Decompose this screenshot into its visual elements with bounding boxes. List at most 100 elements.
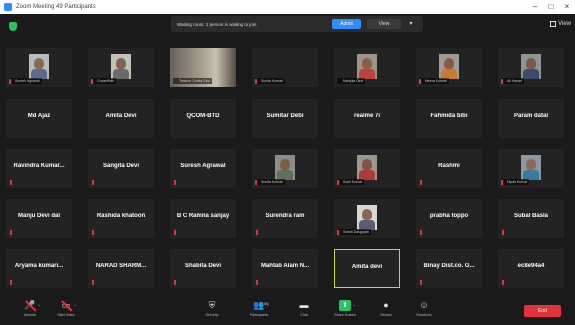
participant-tile[interactable]: Rashida khatoon bbox=[88, 199, 154, 238]
participant-tile[interactable]: prabha toppo bbox=[416, 199, 482, 238]
participant-face bbox=[526, 58, 536, 69]
participant-name: Param datal bbox=[513, 113, 549, 119]
participant-tile[interactable]: Sunil Kumar bbox=[334, 149, 400, 188]
participant-name: B C Ramna sanjay bbox=[176, 213, 230, 219]
participant-tile[interactable]: Ali Hasan bbox=[498, 48, 564, 87]
participant-name: Amita Devi bbox=[105, 113, 137, 119]
participant-label: Manjula Devi bbox=[337, 78, 366, 84]
participant-tile[interactable]: realme 7i bbox=[334, 99, 400, 138]
participant-video bbox=[357, 205, 377, 230]
participant-tile[interactable]: Meera Kumari bbox=[416, 48, 482, 87]
participant-label: Teacher Sunita Devi bbox=[173, 78, 213, 84]
title-bar: Zoom Meeting 49 Participants – □ × bbox=[0, 0, 575, 14]
participant-tile[interactable]: Manjula Devi bbox=[334, 48, 400, 87]
participants-button[interactable]: 👥 49 ^ Participants bbox=[237, 298, 281, 324]
muted-mic-icon bbox=[92, 230, 94, 235]
caret-up-icon[interactable]: ^ bbox=[38, 303, 40, 308]
muted-mic-icon bbox=[174, 180, 176, 185]
admit-button[interactable]: Admit bbox=[332, 19, 361, 29]
chat-button[interactable]: ▬ Chat bbox=[282, 298, 326, 324]
toolbar-button-label: Participants bbox=[249, 313, 269, 317]
participant-tile[interactable]: Rashmi bbox=[416, 149, 482, 188]
more-options-icon[interactable]: ▾ bbox=[405, 18, 417, 30]
participant-label: Govardhan bbox=[91, 78, 117, 84]
participant-tile[interactable]: Dipak Kumar bbox=[498, 149, 564, 188]
participant-tile[interactable]: Sangita Devi bbox=[88, 149, 154, 188]
participant-tile[interactable]: Amita Devi bbox=[88, 99, 154, 138]
participant-tile[interactable]: NARAD SHARM... bbox=[88, 249, 154, 288]
participant-tile[interactable]: ec8e94a4 bbox=[498, 249, 564, 288]
participant-name: Mahtab Alam N... bbox=[260, 263, 310, 269]
reactions-icon: ☺ bbox=[419, 300, 429, 310]
participant-tile[interactable]: Amita devi bbox=[334, 249, 400, 288]
participant-face bbox=[444, 58, 454, 69]
start-video-button[interactable]: ▭^ Start Video bbox=[44, 298, 88, 324]
participant-tile[interactable]: QCOM-BTD bbox=[170, 99, 236, 138]
window-title: Zoom Meeting 49 Participants bbox=[16, 4, 96, 10]
participant-name: Subal Basla bbox=[513, 213, 548, 219]
participant-tile[interactable]: Fahmida bibi bbox=[416, 99, 482, 138]
participant-video bbox=[111, 54, 131, 79]
participant-tile[interactable]: Sonali Dasgupta bbox=[334, 199, 400, 238]
minimize-button[interactable]: – bbox=[527, 0, 543, 14]
participant-face bbox=[280, 159, 290, 170]
muted-mic-icon bbox=[419, 79, 421, 84]
participant-name: Suresh Agrawal bbox=[180, 163, 226, 169]
participant-tile[interactable]: Manju Devi dal bbox=[6, 199, 72, 238]
muted-mic-icon bbox=[502, 230, 504, 235]
participant-tile[interactable]: Govardhan bbox=[88, 48, 154, 87]
muted-mic-icon bbox=[174, 230, 176, 235]
participant-tile[interactable]: Suresh Agrawal bbox=[6, 48, 72, 87]
participant-name: Rashida khatoon bbox=[96, 213, 146, 219]
muted-mic-icon bbox=[10, 230, 12, 235]
muted-mic-icon bbox=[337, 180, 339, 185]
disabled-slash-icon bbox=[61, 300, 73, 312]
muted-mic-icon bbox=[9, 79, 11, 84]
participant-tile[interactable]: Shabita Devi bbox=[170, 249, 236, 288]
participant-tile[interactable]: B C Ramna sanjay bbox=[170, 199, 236, 238]
participant-tile[interactable]: Param datal bbox=[498, 99, 564, 138]
participant-tile[interactable]: Aryama kumari... bbox=[6, 249, 72, 288]
participant-tile[interactable]: Md Ajaz bbox=[6, 99, 72, 138]
participant-tile[interactable]: Teacher Sunita Devi bbox=[170, 48, 236, 87]
participant-video bbox=[275, 155, 295, 180]
end-meeting-button[interactable]: End bbox=[524, 305, 561, 317]
caret-up-icon[interactable]: ^ bbox=[267, 303, 269, 308]
share-screen-button[interactable]: ⬆ ^ Share Screen bbox=[323, 298, 367, 324]
encryption-shield-icon[interactable] bbox=[9, 22, 17, 31]
participant-name: Manju Devi dal bbox=[17, 213, 60, 219]
participant-tile[interactable]: Subal Basla bbox=[498, 199, 564, 238]
maximize-button[interactable]: □ bbox=[543, 0, 559, 14]
muted-mic-icon bbox=[256, 230, 258, 235]
participant-tile[interactable]: Ravindra Kumar... bbox=[6, 149, 72, 188]
close-button[interactable]: × bbox=[559, 0, 575, 14]
participant-tile[interactable]: Binay Dist.co. G... bbox=[416, 249, 482, 288]
participant-tile[interactable]: Surendra ram bbox=[252, 199, 318, 238]
view-waiting-room-button[interactable]: View bbox=[367, 19, 401, 29]
view-button[interactable]: View bbox=[550, 21, 571, 27]
caret-up-icon[interactable]: ^ bbox=[74, 303, 76, 308]
participant-name: Sumitar Debi bbox=[266, 113, 304, 119]
waiting-room-banner: Waiting room: 1 person is waiting to joi… bbox=[171, 16, 423, 32]
participant-tile[interactable]: Mahtab Alam N... bbox=[252, 249, 318, 288]
participant-video bbox=[275, 54, 295, 79]
participant-tile[interactable]: Sunita Kumari bbox=[252, 48, 318, 87]
participant-name: prabha toppo bbox=[429, 213, 469, 219]
participant-label: Dipak Kumar bbox=[501, 179, 530, 185]
toolbar-button-label: Reactions bbox=[416, 313, 432, 317]
participant-name: Aryama kumari... bbox=[14, 263, 64, 269]
participant-name: Sangita Devi bbox=[102, 163, 139, 169]
participant-tile[interactable]: Sunita Kumari bbox=[252, 149, 318, 188]
participant-tile[interactable]: Suresh Agrawal bbox=[170, 149, 236, 188]
participant-video bbox=[29, 54, 49, 79]
participant-tile[interactable]: Sumitar Debi bbox=[252, 99, 318, 138]
participant-video bbox=[521, 54, 541, 79]
security-button[interactable]: ⛨ Security bbox=[190, 298, 234, 324]
participant-name: Md Ajaz bbox=[27, 113, 51, 119]
waiting-room-message: Waiting room: 1 person is waiting to joi… bbox=[177, 21, 257, 27]
caret-up-icon[interactable]: ^ bbox=[353, 303, 355, 308]
muted-mic-icon bbox=[10, 180, 12, 185]
participant-label: Sonali Dasgupta bbox=[337, 229, 371, 235]
reactions-button[interactable]: ☺ Reactions bbox=[402, 298, 446, 324]
participant-name: NARAD SHARM... bbox=[95, 263, 147, 269]
